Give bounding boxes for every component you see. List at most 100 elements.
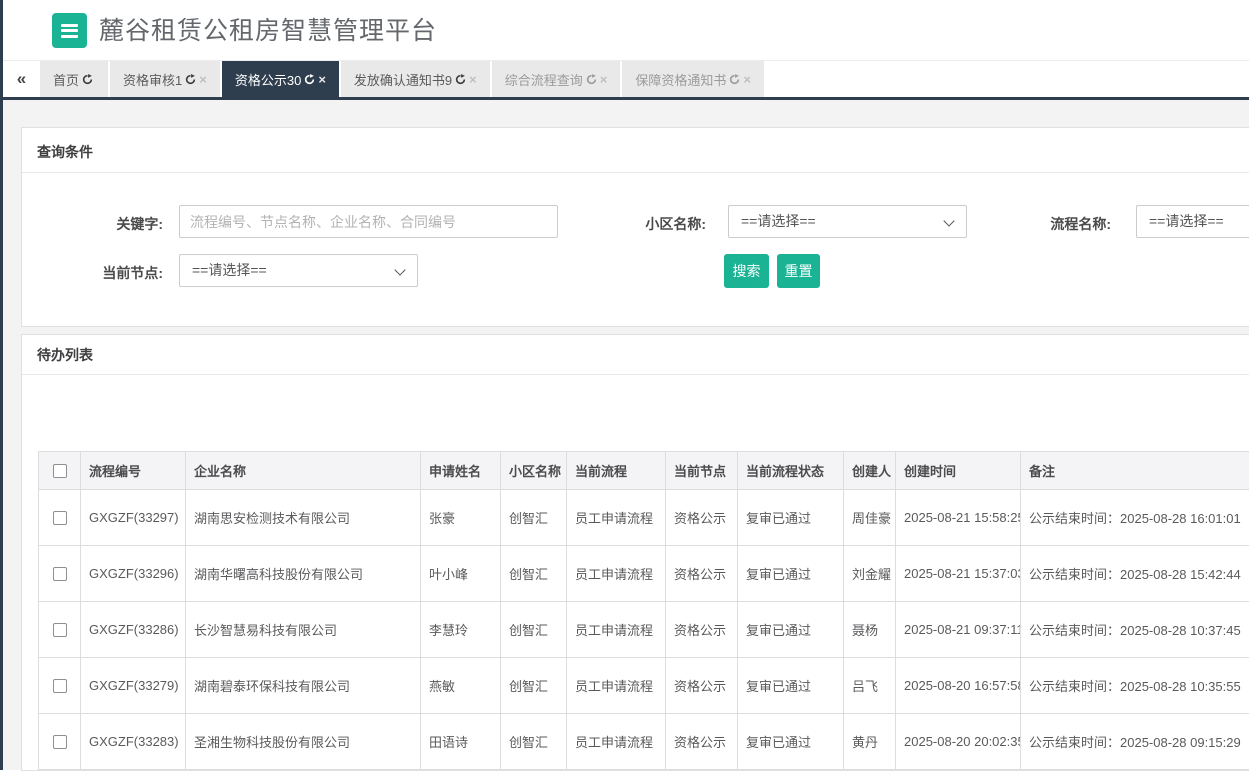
column-header: 当前节点 bbox=[666, 452, 738, 490]
table-cell: GXGZF(33296) bbox=[81, 546, 186, 602]
table-row: GXGZF(33296)湖南华曙高科技股份有限公司叶小峰创智汇员工申请流程资格公… bbox=[39, 546, 1249, 602]
hamburger-icon bbox=[61, 24, 78, 40]
app-header: 麓谷租赁公租房智慧管理平台 bbox=[3, 0, 1249, 60]
table-cell: 资格公示 bbox=[666, 658, 738, 714]
refresh-icon[interactable] bbox=[82, 74, 93, 85]
table-cell: 公示结束时间：2025-08-28 16:01:01 bbox=[1021, 490, 1249, 546]
column-header: 当前流程 bbox=[567, 452, 666, 490]
table-cell: 公示结束时间：2025-08-28 09:15:29 bbox=[1021, 714, 1249, 770]
table-cell: 创智汇 bbox=[501, 658, 567, 714]
row-checkbox[interactable] bbox=[53, 623, 67, 637]
keyword-input[interactable] bbox=[179, 205, 558, 238]
select-all-header-cell bbox=[39, 452, 81, 490]
column-header: 申请姓名 bbox=[421, 452, 501, 490]
row-checkbox-cell bbox=[39, 602, 81, 658]
table-cell: 吕飞 bbox=[844, 658, 896, 714]
refresh-icon[interactable] bbox=[586, 74, 597, 85]
table-cell: 2025-08-20 16:57:58 bbox=[896, 658, 1021, 714]
todo-panel-title: 待办列表 bbox=[22, 335, 1249, 375]
column-header: 当前流程状态 bbox=[738, 452, 844, 490]
table-cell: 员工申请流程 bbox=[567, 658, 666, 714]
tab-1[interactable]: 资格审核1 × bbox=[110, 61, 220, 97]
table-cell: 湖南碧泰环保科技有限公司 bbox=[186, 658, 421, 714]
tab-bar: « 首页资格审核1×资格公示30×发放确认通知书9×综合流程查询×保障资格通知书… bbox=[3, 60, 1249, 100]
query-panel-title: 查询条件 bbox=[22, 128, 1249, 173]
row-checkbox[interactable] bbox=[53, 735, 67, 749]
select-all-checkbox[interactable] bbox=[53, 464, 67, 478]
chevron-down-icon bbox=[943, 215, 954, 226]
table-cell: 创智汇 bbox=[501, 602, 567, 658]
table-cell: 员工申请流程 bbox=[567, 546, 666, 602]
table-cell: 公示结束时间：2025-08-28 10:35:55 bbox=[1021, 658, 1249, 714]
row-checkbox-cell bbox=[39, 490, 81, 546]
table-cell: 复审已通过 bbox=[738, 714, 844, 770]
refresh-icon[interactable] bbox=[304, 74, 315, 85]
table-cell: 长沙智慧易科技有限公司 bbox=[186, 602, 421, 658]
tab-5[interactable]: 保障资格通知书 × bbox=[622, 61, 764, 97]
column-header: 备注 bbox=[1021, 452, 1249, 490]
refresh-icon[interactable] bbox=[185, 74, 196, 85]
tab-4[interactable]: 综合流程查询 × bbox=[492, 61, 621, 97]
tab-label: 综合流程查询 bbox=[505, 70, 583, 89]
table-cell: 叶小峰 bbox=[421, 546, 501, 602]
flow-name-select[interactable]: ==请选择== bbox=[1136, 205, 1249, 238]
current-node-label: 当前节点: bbox=[43, 263, 163, 283]
table-cell: 复审已通过 bbox=[738, 658, 844, 714]
todo-table: 流程编号企业名称申请姓名小区名称当前流程当前节点当前流程状态创建人创建时间备注 … bbox=[38, 451, 1249, 770]
tabs-collapse-button[interactable]: « bbox=[3, 61, 40, 97]
refresh-icon[interactable] bbox=[455, 74, 466, 85]
reset-button[interactable]: 重置 bbox=[777, 254, 820, 288]
table-cell: 刘金耀 bbox=[844, 546, 896, 602]
table-cell: 公示结束时间：2025-08-28 10:37:45 bbox=[1021, 602, 1249, 658]
table-cell: 湖南思安检测技术有限公司 bbox=[186, 490, 421, 546]
table-cell: 员工申请流程 bbox=[567, 602, 666, 658]
community-select[interactable]: ==请选择== bbox=[728, 205, 967, 238]
row-checkbox[interactable] bbox=[53, 511, 67, 525]
tab-label: 资格审核1 bbox=[123, 70, 182, 89]
column-header: 小区名称 bbox=[501, 452, 567, 490]
table-cell: 公示结束时间：2025-08-28 15:42:44 bbox=[1021, 546, 1249, 602]
close-icon[interactable]: × bbox=[600, 72, 608, 87]
refresh-icon[interactable] bbox=[729, 74, 740, 85]
tab-3[interactable]: 发放确认通知书9 × bbox=[341, 61, 490, 97]
table-cell: 复审已通过 bbox=[738, 490, 844, 546]
table-cell: 圣湘生物科技股份有限公司 bbox=[186, 714, 421, 770]
table-cell: 2025-08-20 20:02:35 bbox=[896, 714, 1021, 770]
search-button[interactable]: 搜索 bbox=[724, 254, 769, 288]
table-cell: 创智汇 bbox=[501, 714, 567, 770]
current-node-select[interactable]: ==请选择== bbox=[179, 254, 418, 287]
row-checkbox-cell bbox=[39, 546, 81, 602]
table-cell: 周佳豪 bbox=[844, 490, 896, 546]
close-icon[interactable]: × bbox=[743, 72, 751, 87]
tab-0[interactable]: 首页 bbox=[40, 61, 108, 97]
row-checkbox-cell bbox=[39, 714, 81, 770]
close-icon[interactable]: × bbox=[199, 72, 207, 87]
table-cell: 资格公示 bbox=[666, 546, 738, 602]
tab-2[interactable]: 资格公示30× bbox=[222, 61, 339, 97]
close-icon[interactable]: × bbox=[318, 72, 326, 87]
close-icon[interactable]: × bbox=[469, 72, 477, 87]
page-title: 麓谷租赁公租房智慧管理平台 bbox=[99, 0, 437, 60]
table-cell: 资格公示 bbox=[666, 714, 738, 770]
table-cell: 创智汇 bbox=[501, 490, 567, 546]
row-checkbox[interactable] bbox=[53, 679, 67, 693]
table-cell: GXGZF(33297) bbox=[81, 490, 186, 546]
row-checkbox[interactable] bbox=[53, 567, 67, 581]
tab-label: 发放确认通知书9 bbox=[354, 70, 452, 89]
flow-name-select-value: ==请选择== bbox=[1149, 213, 1224, 229]
table-row: GXGZF(33279)湖南碧泰环保科技有限公司燕敏创智汇员工申请流程资格公示复… bbox=[39, 658, 1249, 714]
table-cell: 员工申请流程 bbox=[567, 490, 666, 546]
table-cell: GXGZF(33279) bbox=[81, 658, 186, 714]
column-header: 企业名称 bbox=[186, 452, 421, 490]
menu-button[interactable] bbox=[52, 13, 87, 48]
table-cell: 湖南华曙高科技股份有限公司 bbox=[186, 546, 421, 602]
table-cell: 燕敏 bbox=[421, 658, 501, 714]
todo-table-wrap: 流程编号企业名称申请姓名小区名称当前流程当前节点当前流程状态创建人创建时间备注 … bbox=[38, 451, 1249, 770]
tab-label: 保障资格通知书 bbox=[635, 70, 726, 89]
tab-label: 首页 bbox=[53, 70, 79, 89]
flow-name-label: 流程名称: bbox=[991, 214, 1111, 234]
column-header: 创建人 bbox=[844, 452, 896, 490]
current-node-select-value: ==请选择== bbox=[192, 262, 267, 278]
query-panel: 查询条件 关键字: 小区名称: ==请选择== 流程名称: ==请选择== 当前… bbox=[21, 127, 1249, 327]
column-header: 创建时间 bbox=[896, 452, 1021, 490]
